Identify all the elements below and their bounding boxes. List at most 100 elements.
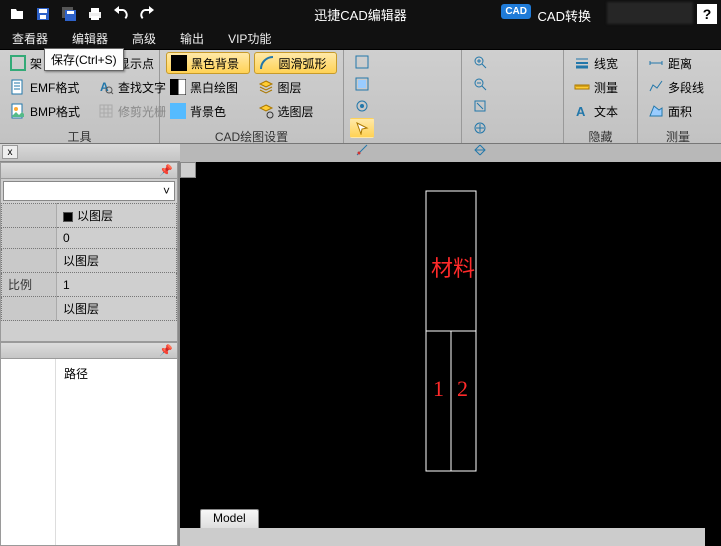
chevron-down-icon: ˅ [163,184,170,198]
table-row: 以图层 [2,249,177,273]
group-label: 工具 [6,127,153,143]
find-text-button[interactable]: A查找文字 [94,76,170,98]
label: 圆滑弧形 [279,55,327,72]
label: 查找文字 [118,79,166,96]
menubar: 查看器 编辑器 高级 输出 VIP功能 保存(Ctrl+S) [0,28,721,50]
document-tabstrip: x [0,144,180,162]
sel-layer-button[interactable]: 选图层 [254,100,338,122]
layer-button[interactable]: 图层 [254,76,338,98]
menu-viewer[interactable]: 查看器 [0,28,60,49]
label: 选图层 [278,103,314,120]
lower-col2: 路径 [56,359,177,545]
obscured-area [607,2,693,24]
menu-editor[interactable]: 编辑器 [60,28,120,49]
menu-output[interactable]: 输出 [168,28,216,49]
ribbon-group-measure: 距离 多段线 面积 测量 [638,50,718,143]
prop-value[interactable]: 0 [57,228,177,249]
save-icon[interactable] [32,3,54,25]
table-row: 0 [2,228,177,249]
bg-color-button[interactable]: 背景色 [166,100,250,122]
browse-btn[interactable] [468,52,492,72]
browse-btn[interactable] [468,96,492,116]
pos-btn[interactable] [350,96,374,116]
smooth-arc-button[interactable]: 圆滑弧形 [254,52,338,74]
prop-value[interactable]: 以图层 [57,249,177,273]
measure-button[interactable]: 测量 [570,76,631,98]
left-dock: 📌 ˅ 以图层 0 以图层 比例1 以图层 📌 路径 [0,162,180,546]
label: BMP格式 [30,103,80,120]
label: 图层 [278,79,302,96]
prop-value: 以图层 [77,209,113,223]
ribbon-group-browse: 浏览 [462,50,564,143]
tab-close-button[interactable]: x [2,145,18,159]
group-label: 测量 [644,127,712,143]
ribbon-group-cad-settings: 黑色背景 圆滑弧形 黑白绘图 图层 背景色 选图层 CAD绘图设置 [160,50,344,143]
horizontal-scrollbar[interactable] [180,528,705,546]
table-row: 以图层 [2,204,177,228]
label: 线宽 [594,55,618,72]
pos-btn[interactable] [350,74,374,94]
cad-convert-button[interactable]: CAD转换 [538,6,591,25]
group-label: CAD绘图设置 [166,127,337,143]
browse-btn[interactable] [468,140,492,160]
selection-combo[interactable]: ˅ [3,181,175,201]
prop-value[interactable]: 以图层 [57,297,177,321]
label: 多段线 [668,79,704,96]
area-button[interactable]: 面积 [644,100,712,122]
pos-btn[interactable] [350,140,374,160]
ribbon-group-position: 位置 [344,50,462,143]
black-bg-button[interactable]: 黑色背景 [166,52,250,74]
label: 修剪光栅 [118,103,166,120]
drawing-label-material: 材料 [431,256,475,281]
titlebar: 迅捷CAD编辑器 CAD CAD转换 ? [0,0,721,28]
undo-icon[interactable] [110,3,132,25]
prop-key: 比例 [2,273,57,297]
model-tab[interactable]: Model [200,509,259,528]
table-row: 比例1 [2,273,177,297]
emf-button[interactable]: EMF格式 [6,76,84,98]
menu-advanced[interactable]: 高级 [120,28,168,49]
print-icon[interactable] [84,3,106,25]
help-button[interactable]: ? [697,4,717,24]
pos-btn[interactable] [350,52,374,72]
label: 黑白绘图 [190,79,238,96]
pin-icon[interactable]: 📌 [159,164,173,177]
label: EMF格式 [30,79,79,96]
text-button[interactable]: A 文本 [570,100,631,122]
menu-vip[interactable]: VIP功能 [216,28,283,49]
group-label: 隐藏 [570,127,631,143]
app-title: 迅捷CAD编辑器 [314,5,406,24]
label: 架 [30,55,42,72]
browse-btn[interactable] [468,118,492,138]
quick-access-toolbar [0,3,158,25]
pos-btn-active[interactable] [350,118,374,138]
lower-panel: 📌 路径 [0,342,178,546]
polyline-button[interactable]: 多段线 [644,76,712,98]
property-grid: 以图层 0 以图层 比例1 以图层 [1,203,177,321]
label: 文本 [594,103,618,120]
lineweight-button[interactable]: 线宽 [570,52,631,74]
properties-panel: 📌 ˅ 以图层 0 以图层 比例1 以图层 [0,162,178,342]
svg-text:A: A [576,104,586,119]
canvas-corner [180,162,196,178]
drawing-label-1: 1 [433,376,444,401]
bmp-button[interactable]: BMP格式 [6,100,84,122]
prop-value[interactable]: 1 [57,273,177,297]
open-icon[interactable] [6,3,28,25]
cad-badge-icon: CAD [501,4,531,19]
drawing-canvas[interactable]: 材料 1 2 Model [180,162,721,546]
pin-icon[interactable]: 📌 [159,344,173,357]
label: 测量 [594,79,618,96]
save-all-icon[interactable] [58,3,80,25]
save-tooltip: 保存(Ctrl+S) [44,48,124,71]
bw-draw-button[interactable]: 黑白绘图 [166,76,250,98]
table-row: 以图层 [2,297,177,321]
redo-icon[interactable] [136,3,158,25]
lower-col1 [1,359,56,545]
distance-button[interactable]: 距离 [644,52,712,74]
label: 黑色背景 [191,55,239,72]
color-swatch-icon [63,212,73,222]
browse-btn[interactable] [468,74,492,94]
clip-grid-button: 修剪光栅 [94,100,170,122]
cad-drawing: 材料 1 2 [421,186,481,476]
